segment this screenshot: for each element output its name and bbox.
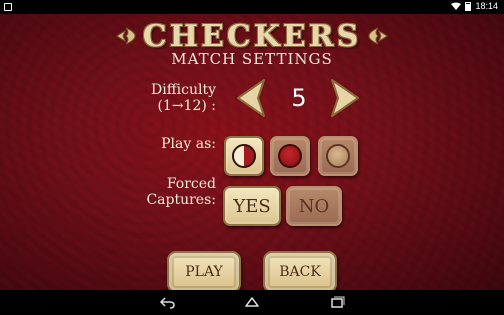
play-as-red-button[interactable] [270,136,310,176]
difficulty-label-line2: (1→12) : [157,98,216,114]
forced-captures-yes-button[interactable]: YES [223,186,281,226]
forced-captures-label: Forced Captures: [140,176,216,208]
difficulty-increase-button[interactable] [328,78,362,118]
wifi-icon [451,2,462,10]
back-button[interactable]: BACK [263,251,337,293]
fleur-ornament-right-icon [368,27,389,45]
forced-captures-label-line2: Captures: [146,192,216,208]
play-as-mixed-button[interactable] [224,136,264,176]
page-subtitle: MATCH SETTINGS [171,50,333,68]
play-as-white-button[interactable] [318,136,358,176]
difficulty-label: Difficulty (1→12) : [150,82,216,114]
notification-icon [4,3,12,11]
nav-home-icon[interactable] [244,295,260,309]
white-piece-icon [326,144,350,168]
difficulty-label-line1: Difficulty [151,82,216,98]
page-title: CHECKERS [142,18,362,54]
red-piece-icon [278,144,302,168]
nav-back-icon[interactable] [159,295,175,309]
fleur-ornament-left-icon [115,27,136,45]
game-area: CHECKERS MATCH SETTINGS Difficulty (1→12… [0,14,504,293]
forced-captures-no-button[interactable]: NO [286,186,342,226]
play-as-label: Play as: [161,136,216,152]
difficulty-value: 5 [291,84,307,112]
status-bar: 18:14 [0,0,504,14]
navigation-bar [0,290,504,315]
nav-recent-apps-icon[interactable] [329,295,345,309]
status-time: 18:14 [475,1,498,11]
play-button[interactable]: PLAY [167,251,241,293]
difficulty-decrease-button[interactable] [234,78,268,118]
battery-icon [465,1,472,11]
mixed-piece-icon [232,144,256,168]
status-right: 18:14 [451,1,498,11]
forced-captures-label-line1: Forced [166,176,216,192]
